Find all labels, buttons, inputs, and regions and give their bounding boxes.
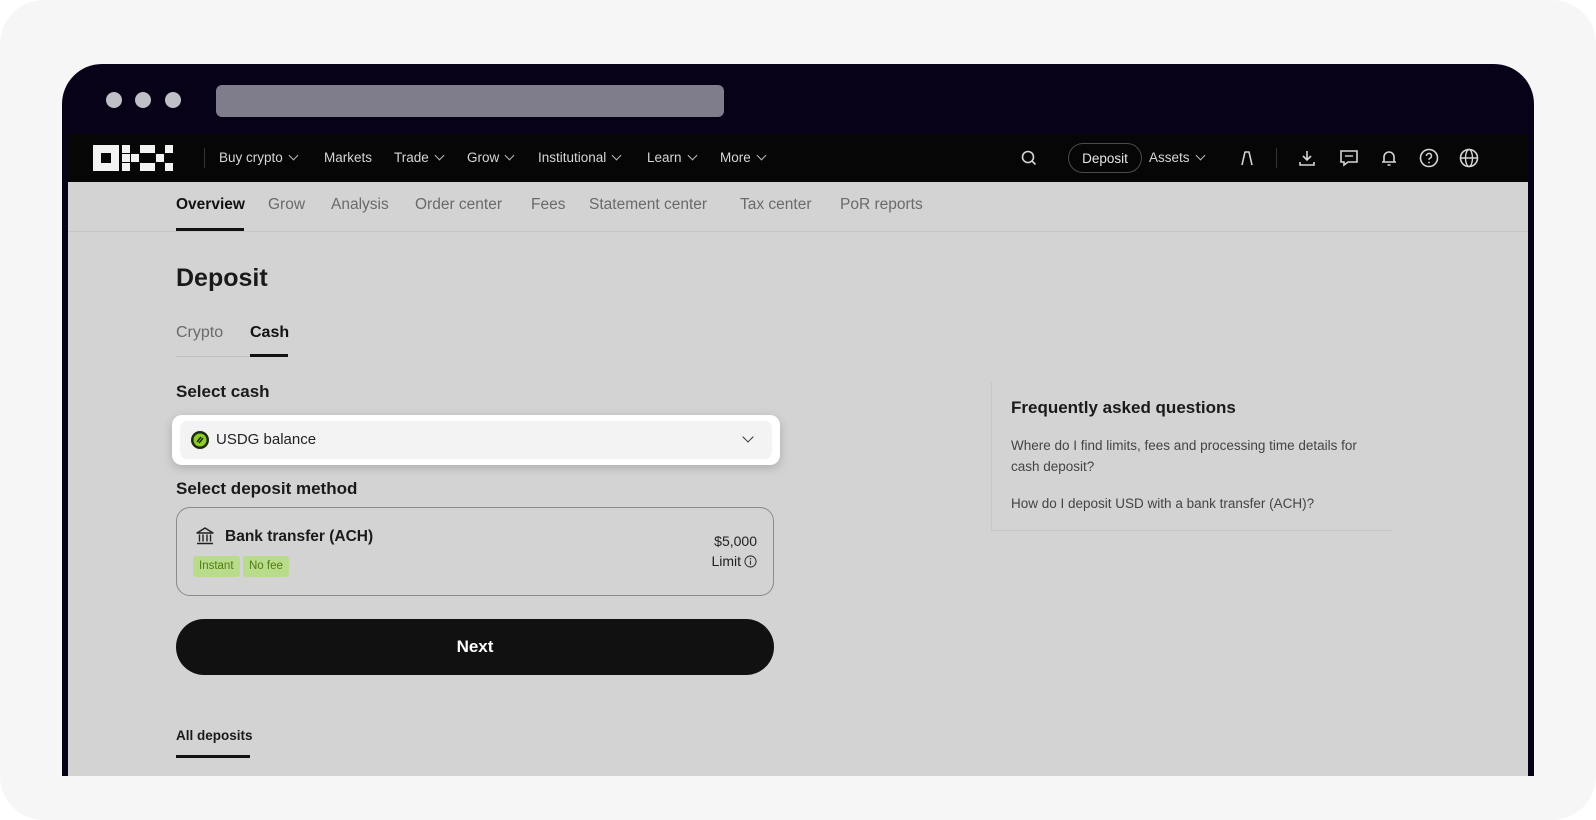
tab-crypto[interactable]: Crypto	[176, 324, 223, 342]
nav-label: Learn	[647, 150, 682, 165]
window-dot-close[interactable]	[106, 92, 122, 108]
faq-question-link[interactable]: How do I deposit USD with a bank transfe…	[1011, 493, 1376, 514]
bell-icon[interactable]	[1378, 147, 1400, 169]
nav-grow[interactable]: Grow	[467, 150, 515, 165]
nav-label: Buy crypto	[219, 150, 283, 165]
chevron-down-icon	[1195, 150, 1205, 161]
faq-title: Frequently asked questions	[1011, 398, 1236, 417]
subtab-tax-center[interactable]: Tax center	[740, 196, 812, 214]
window-dot-minimize[interactable]	[135, 92, 151, 108]
nav-institutional[interactable]: Institutional	[538, 150, 622, 165]
chevron-down-icon	[687, 150, 697, 161]
help-icon[interactable]	[1418, 147, 1440, 169]
cash-select[interactable]: USDG balance	[180, 421, 772, 459]
top-nav: Buy crypto Markets Trade Grow Institutio…	[68, 134, 1528, 182]
subtab-order-center[interactable]: Order center	[415, 196, 502, 214]
subtab-overview[interactable]: Overview	[176, 196, 245, 214]
chevron-down-icon	[756, 150, 767, 161]
next-button[interactable]: Next	[176, 619, 774, 675]
usdg-coin-icon	[191, 431, 209, 449]
active-tab-indicator	[250, 354, 288, 357]
chevron-down-icon	[504, 150, 515, 161]
download-icon[interactable]	[1296, 147, 1318, 169]
select-cash-label: Select cash	[176, 382, 270, 401]
page-title: Deposit	[176, 264, 268, 292]
all-deposits-indicator	[176, 755, 250, 758]
subtab-fees[interactable]: Fees	[531, 196, 565, 214]
nav-trade[interactable]: Trade	[394, 150, 445, 165]
info-icon[interactable]	[744, 554, 757, 568]
nav-learn[interactable]: Learn	[647, 150, 697, 165]
nav-label: Grow	[467, 150, 500, 165]
cash-select-highlight: USDG balance	[172, 415, 780, 465]
nav-divider	[204, 148, 205, 168]
globe-icon[interactable]	[1458, 147, 1480, 169]
active-subtab-indicator	[176, 228, 244, 231]
chevron-down-icon	[434, 150, 445, 161]
limit-value: $5,000	[714, 533, 757, 549]
limit-label: Limit	[711, 553, 741, 569]
faq-question-link[interactable]: Where do I find limits, fees and process…	[1011, 435, 1376, 477]
nav-more[interactable]: More	[720, 150, 767, 165]
tag-instant: Instant	[193, 556, 240, 577]
chevron-down-icon	[288, 150, 299, 161]
nav-label: Markets	[324, 150, 373, 165]
nav-label: More	[720, 150, 751, 165]
account-subtabs: Overview Grow Analysis Order center Fees…	[68, 182, 1528, 232]
subtab-statement-center[interactable]: Statement center	[589, 196, 707, 214]
select-method-label: Select deposit method	[176, 479, 358, 498]
all-deposits-tab[interactable]: All deposits	[176, 728, 253, 743]
deposit-button[interactable]: Deposit	[1068, 143, 1142, 173]
limit-label-row: Limit	[711, 553, 757, 569]
subtab-por-reports[interactable]: PoR reports	[840, 196, 923, 214]
selected-cash-value: USDG balance	[216, 431, 317, 448]
chevron-down-icon	[611, 150, 622, 161]
method-title: Bank transfer (ACH)	[225, 528, 374, 545]
user-icon[interactable]	[1236, 147, 1258, 169]
nav-markets[interactable]: Markets	[324, 150, 372, 165]
screenshot-frame: Buy crypto Markets Trade Grow Institutio…	[0, 0, 1596, 820]
nav-label: Assets	[1149, 150, 1190, 165]
bank-icon	[196, 527, 214, 545]
faq-panel: Frequently asked questions Where do I fi…	[991, 382, 1392, 531]
address-bar[interactable]	[216, 85, 724, 117]
nav-label: Trade	[394, 150, 429, 165]
nav-buy-crypto[interactable]: Buy crypto	[219, 150, 299, 165]
subtab-analysis[interactable]: Analysis	[331, 196, 389, 214]
search-icon[interactable]	[1018, 147, 1040, 169]
subtab-grow[interactable]: Grow	[268, 196, 305, 214]
nav-label: Institutional	[538, 150, 607, 165]
chevron-down-icon	[742, 431, 754, 443]
tag-no-fee: No fee	[243, 556, 289, 577]
deposit-method-card[interactable]: Bank transfer (ACH) Instant No fee $5,00…	[176, 507, 774, 596]
chat-icon[interactable]	[1338, 147, 1360, 169]
nav-divider	[1276, 148, 1277, 168]
window-dot-maximize[interactable]	[165, 92, 181, 108]
okx-page: Buy crypto Markets Trade Grow Institutio…	[68, 134, 1528, 776]
browser-window: Buy crypto Markets Trade Grow Institutio…	[62, 64, 1534, 776]
tab-cash[interactable]: Cash	[250, 324, 289, 342]
nav-assets[interactable]: Assets	[1149, 150, 1205, 165]
okx-logo[interactable]	[93, 145, 173, 171]
